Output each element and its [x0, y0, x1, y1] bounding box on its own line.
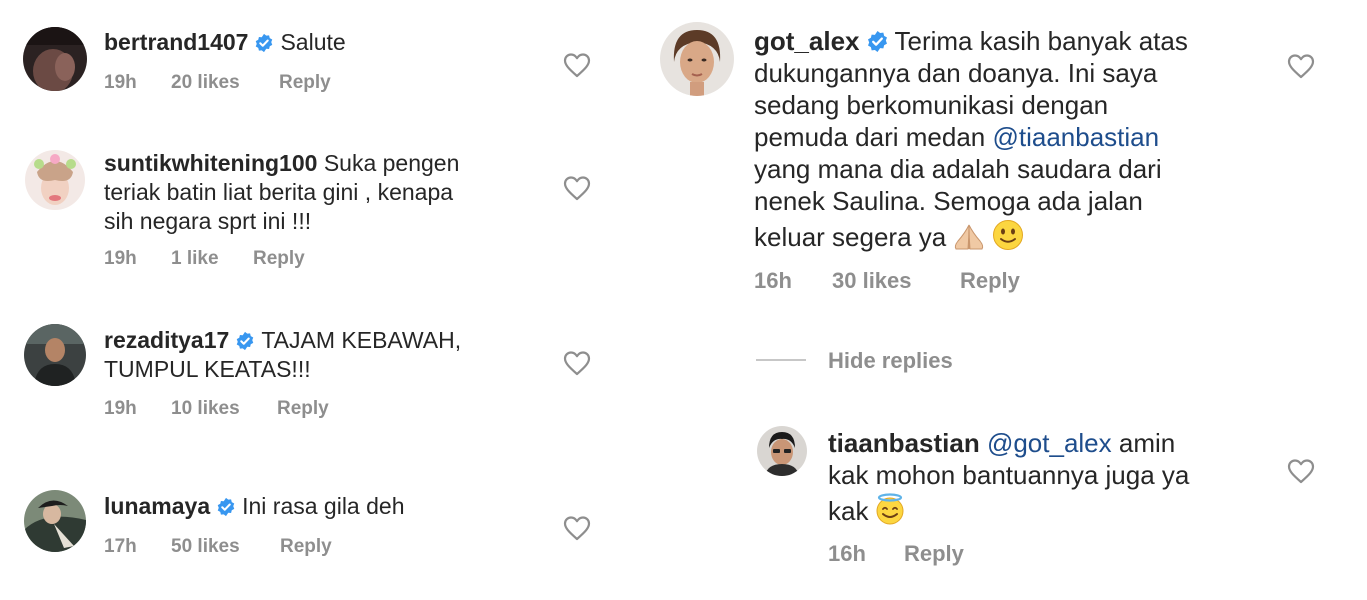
comment-text: nenek Saulina. Semoga ada jalan — [754, 186, 1143, 216]
verified-badge-icon — [216, 497, 236, 517]
reply-button[interactable]: Reply — [280, 536, 332, 558]
comment-text: kak mohon bantuannya juga ya — [828, 460, 1190, 490]
comment-text: sedang berkomunikasi dengan — [754, 90, 1109, 120]
likes-count[interactable]: 20 likes — [171, 72, 240, 94]
username[interactable]: suntikwhitening100 — [104, 150, 317, 176]
mention-link[interactable]: @got_alex — [987, 428, 1112, 458]
mention-link[interactable]: @tiaanbastian — [992, 122, 1159, 152]
avatar[interactable] — [24, 324, 86, 386]
comment-text: Terima kasih banyak atas — [894, 26, 1188, 56]
comment-time: 19h — [104, 248, 137, 269]
avatar[interactable] — [25, 150, 85, 210]
smiling-face-with-halo-icon — [874, 493, 906, 525]
comment-text: sih negara sprt ini !!! — [104, 208, 312, 234]
comment-text: Ini rasa gila deh — [242, 493, 405, 519]
comment-text: kak — [828, 496, 869, 526]
verified-badge-icon — [235, 331, 255, 351]
comment-text: teriak batin liat berita gini , kenapa — [104, 179, 454, 205]
username[interactable]: bertrand1407 — [104, 29, 248, 55]
username[interactable]: tiaanbastian — [828, 428, 980, 458]
comment-text: amin — [1111, 428, 1176, 458]
likes-count[interactable]: 30 likes — [832, 268, 912, 294]
heart-icon[interactable] — [563, 52, 591, 78]
heart-icon[interactable] — [1287, 458, 1315, 484]
comment-text: keluar segera ya — [754, 222, 947, 252]
comment-time: 19h — [104, 72, 137, 93]
comment-time: 16h — [828, 541, 866, 566]
comment-text: dukungannya dan doanya. Ini saya — [754, 58, 1158, 88]
likes-count[interactable]: 50 likes — [171, 536, 240, 558]
comment-time: 17h — [104, 536, 137, 557]
heart-icon[interactable] — [1287, 53, 1315, 79]
comment-text: TUMPUL KEATAS!!! — [104, 356, 311, 382]
reply-button[interactable]: Reply — [277, 398, 329, 420]
reply-button[interactable]: Reply — [253, 248, 305, 270]
reply-button[interactable]: Reply — [960, 268, 1020, 294]
avatar[interactable] — [757, 426, 807, 476]
username[interactable]: lunamaya — [104, 493, 210, 519]
comment-text: TAJAM KEBAWAH, — [261, 327, 462, 353]
avatar[interactable] — [24, 490, 86, 552]
comment-text: yang mana dia adalah saudara dari — [754, 154, 1162, 184]
comment-text: Salute — [280, 29, 346, 55]
heart-icon[interactable] — [563, 175, 591, 201]
avatar[interactable] — [23, 27, 87, 91]
comment-text: pemuda dari medan — [754, 122, 993, 152]
divider — [756, 359, 806, 361]
likes-count[interactable]: 10 likes — [171, 398, 240, 420]
hide-replies-label[interactable]: Hide replies — [828, 348, 953, 374]
comment-time: 19h — [104, 398, 137, 419]
comment-time: 16h — [754, 268, 792, 293]
slightly-smiling-face-icon — [992, 219, 1024, 251]
comment-text: Suka pengen — [323, 150, 460, 176]
reply-button[interactable]: Reply — [904, 541, 964, 567]
likes-count[interactable]: 1 like — [171, 248, 219, 270]
username[interactable]: rezaditya17 — [104, 327, 229, 353]
avatar[interactable] — [660, 22, 734, 96]
heart-icon[interactable] — [563, 350, 591, 376]
reply-button[interactable]: Reply — [279, 72, 331, 94]
verified-badge-icon — [866, 30, 889, 53]
folded-hands-icon — [952, 221, 986, 251]
verified-badge-icon — [254, 33, 274, 53]
username[interactable]: got_alex — [754, 26, 860, 56]
heart-icon[interactable] — [563, 515, 591, 541]
